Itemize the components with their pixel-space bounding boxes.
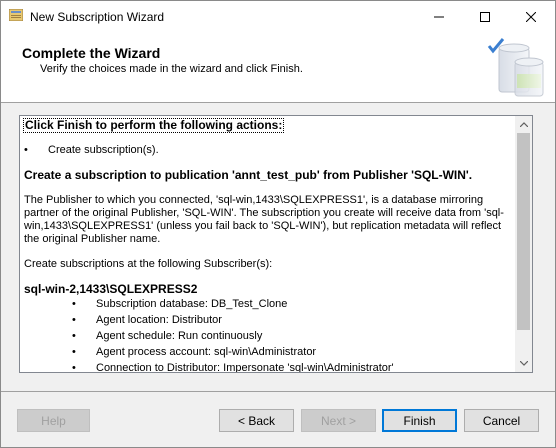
minimize-icon <box>434 16 444 17</box>
wizard-complete-graphic-icon <box>487 38 544 97</box>
wizard-window: New Subscription Wizard Complete the Wiz… <box>0 0 556 448</box>
back-button[interactable]: < Back <box>219 409 294 432</box>
scroll-down-button[interactable] <box>515 355 532 372</box>
chevron-down-icon <box>519 361 528 366</box>
chevron-up-icon <box>519 122 528 127</box>
list-item: • Create subscription(s). <box>24 144 159 156</box>
title-bar[interactable]: New Subscription Wizard <box>1 1 555 32</box>
wizard-header: Complete the Wizard Verify the choices m… <box>1 32 555 103</box>
summary-content: Click Finish to perform the following ac… <box>22 116 512 373</box>
list-item: • Agent schedule: Run continuously <box>72 330 263 342</box>
cancel-button[interactable]: Cancel <box>464 409 539 432</box>
page-title: Complete the Wizard <box>22 45 161 61</box>
scroll-up-button[interactable] <box>515 116 532 133</box>
help-button[interactable]: Help <box>17 409 90 432</box>
detail-agent-account: Agent process account: sql-win\Administr… <box>96 346 317 358</box>
minimize-button[interactable] <box>416 1 462 32</box>
page-subtitle: Verify the choices made in the wizard an… <box>40 63 303 75</box>
detail-subscription-database: Subscription database: DB_Test_Clone <box>96 298 288 310</box>
close-icon <box>526 11 536 22</box>
subscribers-label: Create subscriptions at the following Su… <box>24 258 273 270</box>
maximize-icon <box>480 11 490 22</box>
list-item: • Agent process account: sql-win\Administ… <box>72 346 317 358</box>
next-button[interactable]: Next > <box>301 409 376 432</box>
detail-agent-location: Agent location: Distributor <box>96 314 222 326</box>
detail-distributor-connection: Connection to Distributor: Impersonate '… <box>96 362 394 373</box>
detail-agent-schedule: Agent schedule: Run continuously <box>96 330 263 342</box>
footer-divider <box>1 391 555 392</box>
list-item: • Agent location: Distributor <box>72 314 222 326</box>
mirroring-paragraph: The Publisher to which you connected, 's… <box>24 194 504 245</box>
window-title: New Subscription Wizard <box>30 10 165 24</box>
scroll-thumb[interactable] <box>517 133 530 330</box>
bullet-create-subscriptions: Create subscription(s). <box>48 144 159 156</box>
maximize-button[interactable] <box>462 1 508 32</box>
sql-server-app-icon <box>9 9 23 21</box>
summary-textbox[interactable]: Click Finish to perform the following ac… <box>19 115 533 373</box>
subscriber-name: sql-win-2,1433\SQLEXPRESS2 <box>24 282 198 296</box>
list-item: • Connection to Distributor: Impersonate … <box>72 360 512 373</box>
finish-button[interactable]: Finish <box>382 409 457 432</box>
vertical-scrollbar[interactable] <box>515 116 532 372</box>
close-button[interactable] <box>508 1 554 32</box>
summary-intro-heading: Click Finish to perform the following ac… <box>22 118 285 133</box>
list-item: • Subscription database: DB_Test_Clone <box>72 298 288 310</box>
section-heading: Create a subscription to publication 'an… <box>24 168 473 182</box>
